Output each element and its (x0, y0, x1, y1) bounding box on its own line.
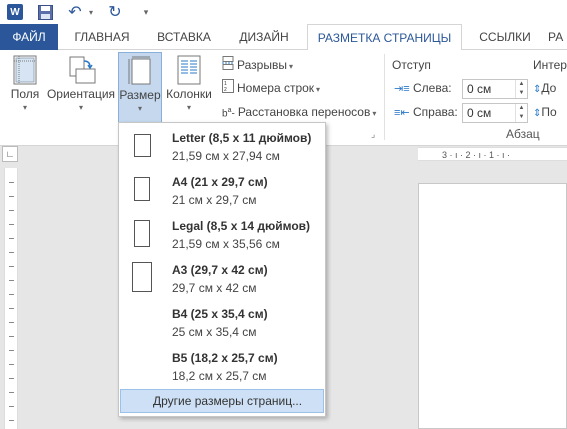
spacing-before-label: ⇕До (533, 81, 557, 95)
size-option-letter[interactable]: Letter (8,5 x 11 дюймов) 21,59 см x 27,9… (120, 124, 324, 168)
page-size-icon (128, 56, 151, 85)
line-numbers-button[interactable]: 1 2 Номера строк ▾ (222, 78, 320, 98)
save-icon[interactable] (36, 3, 54, 21)
hyphenation-icon: ba- (222, 107, 235, 120)
indent-right-icon: ≡⇤ (394, 107, 410, 119)
size-option-name: A3 (29,7 x 42 см) (172, 263, 268, 277)
size-option-dimensions: 21,59 см x 27,94 см (172, 149, 280, 163)
paragraph-group-label: Абзац (506, 127, 540, 141)
margins-label: Поля (10, 87, 40, 101)
size-option-a3[interactable]: A3 (29,7 x 42 см) 29,7 см x 42 см (120, 256, 324, 300)
page-a4-icon (134, 177, 150, 201)
indent-right-label: ≡⇤ Справа: (394, 105, 458, 119)
size-option-dimensions: 21,59 см x 35,56 см (172, 237, 280, 251)
hyphenation-button[interactable]: ba- Расстановка переносов ▾ (222, 101, 376, 121)
breaks-button[interactable]: Разрывы ▾ (222, 55, 293, 75)
line-numbers-icon: 12 (222, 78, 234, 99)
breaks-label: Разрывы (237, 58, 287, 72)
chevron-down-icon: ▾ (288, 62, 293, 71)
size-option-a4[interactable]: A4 (21 x 29,7 см) 21 см x 29,7 см (120, 168, 324, 212)
tab-insert[interactable]: ВСТАВКА (148, 24, 220, 50)
vertical-ruler[interactable] (4, 168, 18, 429)
breaks-icon (222, 55, 234, 76)
orientation-icon (69, 56, 96, 84)
size-option-name: A4 (21 x 29,7 см) (172, 175, 268, 189)
columns-icon (177, 55, 201, 85)
document-page[interactable] (418, 183, 567, 429)
chevron-down-icon: ▾ (78, 103, 83, 112)
chevron-down-icon: ▾ (316, 85, 321, 94)
indent-left-icon: ⇥≡ (394, 83, 410, 95)
columns-label: Колонки (166, 87, 212, 101)
size-option-b5[interactable]: B5 (18,2 x 25,7 см) 18,2 см x 25,7 см (120, 344, 324, 388)
svg-text:2: 2 (224, 87, 227, 93)
indent-left-label: ⇥≡ Слева: (394, 81, 452, 95)
orientation-button[interactable]: Ориентация ▾ (46, 52, 116, 124)
hyphenation-label: Расстановка переносов (237, 104, 371, 119)
size-option-name: B4 (25 x 35,4 см) (172, 307, 268, 321)
spinner-arrows-icon[interactable]: ▲ ▼ (515, 104, 527, 122)
chevron-down-icon: ▾ (186, 103, 191, 112)
chevron-down-icon: ▾ (372, 108, 377, 118)
undo-icon[interactable]: ↶ (66, 3, 84, 21)
tab-references[interactable]: ССЫЛКИ (470, 24, 540, 50)
page-a3-icon (132, 262, 152, 292)
spacing-title: Интер (533, 58, 567, 72)
size-option-name: B5 (18,2 x 25,7 см) (172, 351, 278, 365)
spacing-after-label: ⇕По (533, 105, 557, 119)
horizontal-ruler[interactable]: 3 · ı · 2 · ı · 1 · ı · (418, 147, 567, 161)
tab-home[interactable]: ГЛАВНАЯ (66, 24, 138, 50)
size-option-dimensions: 21 см x 29,7 см (172, 193, 257, 207)
page-size-menu: Letter (8,5 x 11 дюймов) 21,59 см x 27,9… (118, 122, 326, 417)
page-letter-icon (134, 134, 151, 157)
size-option-name: Legal (8,5 x 14 дюймов) (172, 219, 311, 233)
undo-dropdown-icon[interactable]: ▾ (86, 3, 96, 21)
line-numbers-label: Номера строк (237, 81, 315, 95)
size-label: Размер (119, 88, 161, 102)
customize-qat-icon[interactable]: ▾ (140, 3, 152, 21)
page-legal-icon (134, 220, 150, 247)
tab-design[interactable]: ДИЗАЙН (228, 24, 300, 50)
redo-icon[interactable]: ↻ (106, 3, 124, 21)
tab-review-partial[interactable]: РА (548, 24, 567, 50)
size-option-legal[interactable]: Legal (8,5 x 14 дюймов) 21,59 см x 35,56… (120, 212, 324, 256)
size-option-dimensions: 18,2 см x 25,7 см (172, 369, 267, 383)
group-divider (384, 54, 385, 140)
chevron-down-icon: ▾ (22, 103, 27, 112)
spinner-arrows-icon[interactable]: ▲ ▼ (515, 80, 527, 98)
page-setup-launcher-icon[interactable]: ⌟ (371, 129, 375, 140)
size-option-dimensions: 25 см x 35,4 см (172, 325, 257, 339)
tab-file[interactable]: ФАЙЛ (0, 24, 58, 50)
margins-button[interactable]: Поля ▾ (4, 52, 46, 124)
size-option-name: Letter (8,5 x 11 дюймов) (172, 131, 312, 145)
word-logo-icon: W (7, 4, 23, 20)
indent-title: Отступ (392, 58, 431, 72)
size-option-dimensions: 29,7 см x 42 см (172, 281, 257, 295)
size-option-b4[interactable]: B4 (25 x 35,4 см) 25 см x 35,4 см (120, 300, 324, 344)
margins-icon (13, 55, 37, 85)
quick-access-toolbar: W ↶ ▾ ↻ ▾ (0, 0, 567, 24)
chevron-down-icon: ▾ (137, 104, 142, 113)
tab-selector[interactable]: ∟ (2, 146, 18, 162)
orientation-label: Ориентация (46, 87, 116, 101)
more-page-sizes-button[interactable]: Другие размеры страниц... (120, 389, 324, 413)
indent-left-input[interactable]: 0 см ▲ ▼ (462, 79, 528, 99)
ribbon-tabs: ФАЙЛ ГЛАВНАЯ ВСТАВКА ДИЗАЙН РАЗМЕТКА СТР… (0, 24, 567, 51)
tab-page-layout[interactable]: РАЗМЕТКА СТРАНИЦЫ (307, 24, 462, 51)
columns-button[interactable]: Колонки ▾ (164, 52, 214, 124)
size-button[interactable]: Размер ▾ (118, 52, 162, 124)
indent-right-input[interactable]: 0 см ▲ ▼ (462, 103, 528, 123)
